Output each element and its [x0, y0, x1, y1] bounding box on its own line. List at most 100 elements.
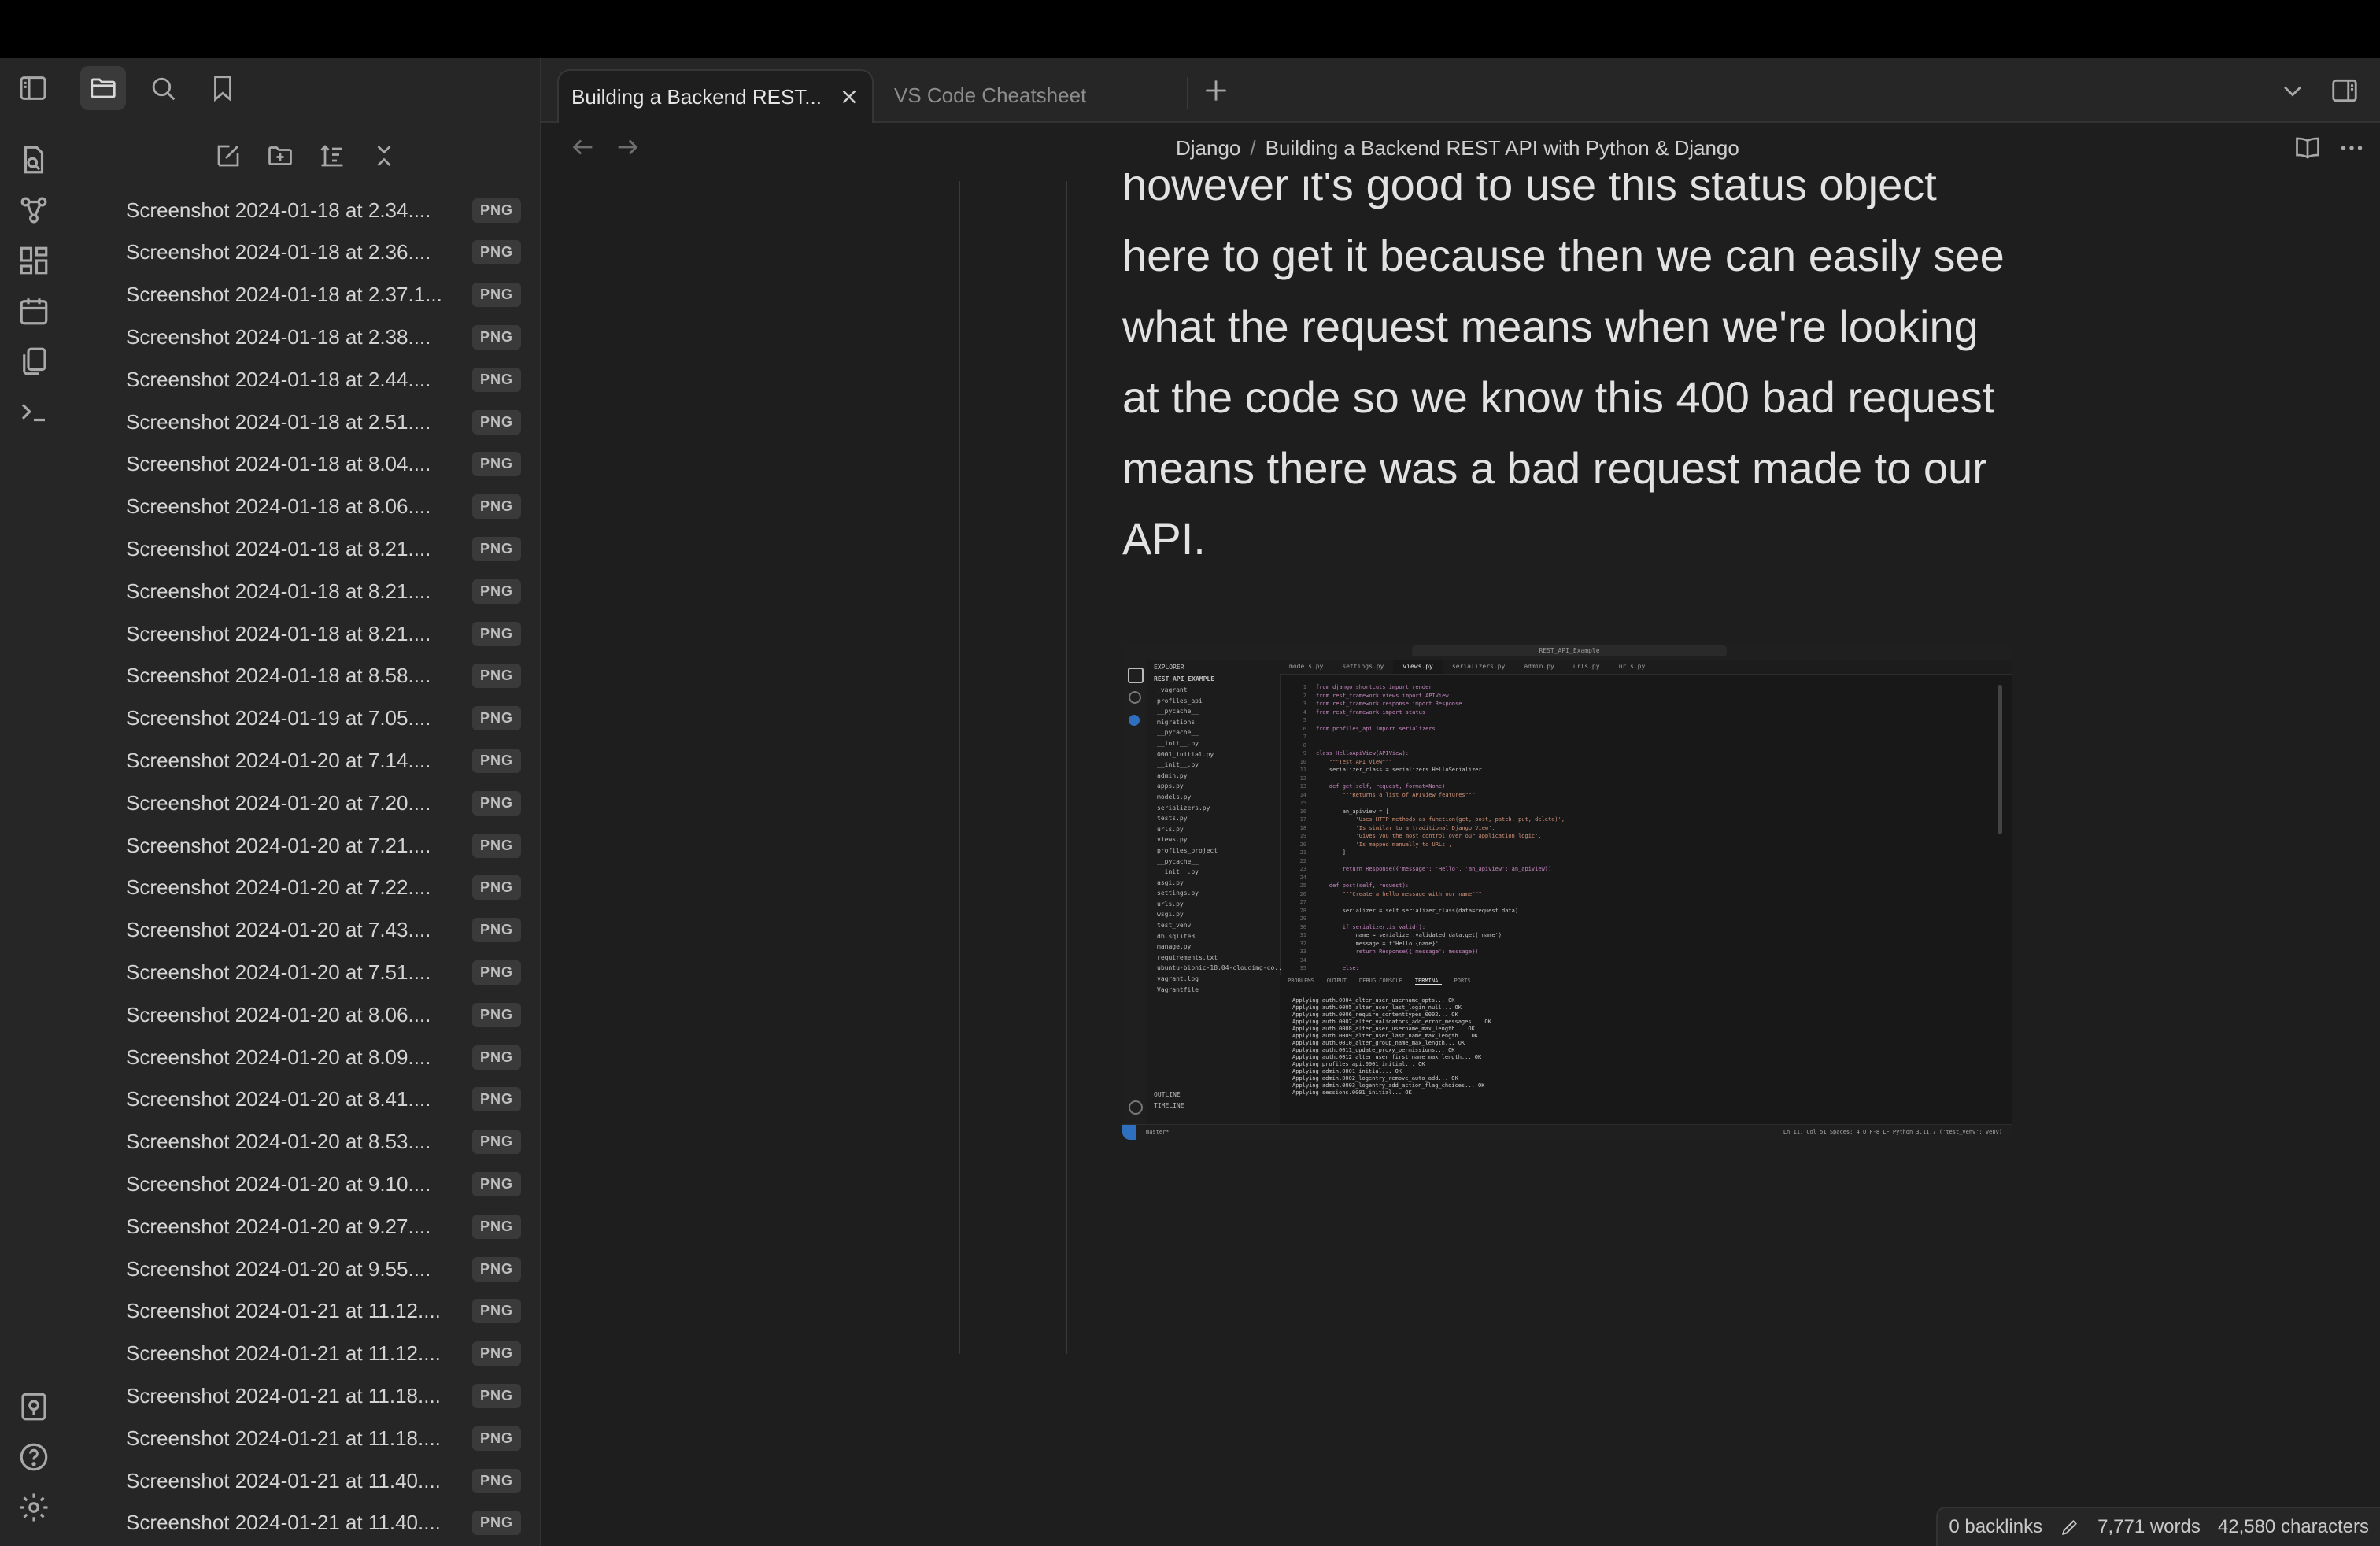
terminal-icon[interactable] [17, 395, 50, 428]
file-list-item[interactable]: Screenshot 2024-01-18 at 8.21.... PNG [126, 529, 522, 568]
vscode-code-text: 'Is mapped manually to URLs', [1316, 841, 1452, 848]
vscode-tree-item: requirements.txt [1157, 953, 1218, 961]
file-list-item[interactable]: Screenshot 2024-01-18 at 8.06.... PNG [126, 487, 522, 527]
files-icon[interactable] [88, 72, 118, 104]
file-extension-badge: PNG [472, 1002, 522, 1027]
new-note-icon[interactable] [214, 142, 242, 170]
vscode-line-number: 2 [1303, 692, 1306, 699]
vscode-tree-item: 0001_initial.py [1157, 750, 1214, 758]
help-icon[interactable] [17, 1441, 50, 1474]
sort-icon[interactable] [318, 142, 346, 170]
file-list-item[interactable]: Screenshot 2024-01-18 at 2.37.1... PNG [126, 276, 522, 315]
vscode-code-line: 11 serializer_class = serializers.HelloS… [1280, 766, 1972, 775]
note-paragraph[interactable]: however it's good to use this status obj… [1122, 173, 2020, 575]
daily-note-icon[interactable] [17, 294, 50, 327]
vscode-code-text: an_apiview = [ [1316, 808, 1389, 815]
new-tab-icon[interactable] [1201, 76, 1231, 105]
file-extension-badge: PNG [472, 324, 522, 350]
vscode-code-text: 'Uses HTTP methods as function(get, post… [1316, 816, 1565, 823]
tab-list-chevron-down-icon[interactable] [2279, 77, 2306, 104]
vscode-code-line: 26 """Create a hello message with our na… [1280, 890, 1972, 899]
vscode-line-number: 33 [1299, 949, 1306, 955]
file-list-item[interactable]: Screenshot 2024-01-18 at 2.34.... PNG [126, 190, 522, 230]
file-list-item[interactable]: Screenshot 2024-01-20 at 8.53.... PNG [126, 1123, 522, 1162]
file-extension-badge: PNG [472, 960, 522, 985]
file-name: Screenshot 2024-01-21 at 11.40.... [126, 1511, 441, 1535]
file-list-item[interactable]: Screenshot 2024-01-20 at 7.22.... PNG [126, 868, 522, 908]
vscode-line-number: 28 [1299, 907, 1306, 914]
bookmark-icon[interactable] [208, 72, 238, 104]
backlinks-count[interactable]: 0 backlinks [1949, 1516, 2042, 1538]
file-list-item[interactable]: Screenshot 2024-01-18 at 8.58.... PNG [126, 656, 522, 696]
file-list-item[interactable]: Screenshot 2024-01-20 at 9.55.... PNG [126, 1249, 522, 1289]
edit-pencil-icon[interactable] [2060, 1517, 2080, 1537]
tab-divider [1187, 77, 1188, 109]
file-list-item[interactable]: Screenshot 2024-01-21 at 11.12.... PNG [126, 1334, 522, 1374]
file-list-item[interactable]: Screenshot 2024-01-18 at 8.04.... PNG [126, 445, 522, 484]
file-extension-badge: PNG [472, 790, 522, 816]
more-options-icon[interactable] [2338, 134, 2366, 162]
vscode-panel-tab: OUTPUT [1326, 978, 1347, 984]
vscode-terminal-line: Applying profiles_api.0001_initial... OK [1292, 1061, 1425, 1067]
file-list-item[interactable]: Screenshot 2024-01-20 at 7.14.... PNG [126, 741, 522, 780]
forward-arrow-icon[interactable] [614, 134, 641, 161]
vscode-tree-item: models.py [1157, 793, 1192, 801]
file-name: Screenshot 2024-01-18 at 8.58.... [126, 664, 431, 688]
vault-switch-icon[interactable] [17, 1390, 50, 1423]
breadcrumb-note-title[interactable]: Building a Backend REST API with Python … [1266, 136, 1739, 161]
collapse-all-icon[interactable] [370, 142, 398, 170]
vscode-code-line: 34 [1280, 956, 1972, 965]
vscode-terminal-line: Applying admin.0002_logentry_remove_auto… [1292, 1075, 1458, 1082]
file-list-item[interactable]: Screenshot 2024-01-20 at 9.10.... PNG [126, 1164, 522, 1204]
vscode-code-text: from rest_framework.views import APIView [1316, 692, 1449, 699]
file-name: Screenshot 2024-01-18 at 2.34.... [126, 198, 431, 222]
file-list-item[interactable]: Screenshot 2024-01-21 at 11.12.... PNG [126, 1292, 522, 1331]
vscode-code-line: 2 from rest_framework.views import APIVie… [1280, 692, 1972, 701]
graph-view-icon[interactable] [17, 194, 50, 227]
file-list-item[interactable]: Screenshot 2024-01-21 at 11.18.... PNG [126, 1418, 522, 1458]
file-list-item[interactable]: Screenshot 2024-01-18 at 2.36.... PNG [126, 233, 522, 272]
file-list-item[interactable]: Screenshot 2024-01-18 at 2.44.... PNG [126, 360, 522, 399]
sidebar-toggle-icon[interactable] [17, 72, 49, 104]
reading-view-icon[interactable] [2293, 134, 2322, 162]
vscode-panel-tab: PROBLEMS [1288, 978, 1314, 984]
file-list-item[interactable]: Screenshot 2024-01-20 at 7.21.... PNG [126, 826, 522, 865]
close-tab-icon[interactable] [837, 85, 861, 109]
templates-icon[interactable] [17, 345, 50, 378]
file-list-item[interactable]: Screenshot 2024-01-20 at 8.41.... PNG [126, 1080, 522, 1119]
tab-building-backend[interactable]: Building a Backend REST... [557, 69, 874, 123]
file-list-item[interactable]: Screenshot 2024-01-20 at 9.27.... PNG [126, 1207, 522, 1246]
vscode-line-number: 5 [1303, 717, 1306, 723]
file-list-item[interactable]: Screenshot 2024-01-21 at 11.18.... PNG [126, 1376, 522, 1415]
file-list-item[interactable]: Screenshot 2024-01-20 at 7.20.... PNG [126, 783, 522, 823]
tab-vs-code-cheatsheet[interactable]: VS Code Cheatsheet [885, 69, 1192, 121]
breadcrumb-folder[interactable]: Django [1176, 136, 1240, 161]
vscode-line-number: 12 [1299, 775, 1306, 782]
file-extension-badge: PNG [472, 1087, 522, 1112]
file-list-item[interactable]: Screenshot 2024-01-18 at 8.21.... PNG [126, 571, 522, 611]
new-folder-icon[interactable] [266, 142, 294, 170]
file-list-item[interactable]: Screenshot 2024-01-19 at 7.05.... PNG [126, 699, 522, 738]
file-list-item[interactable]: Screenshot 2024-01-20 at 7.51.... PNG [126, 952, 522, 992]
back-arrow-icon[interactable] [570, 134, 597, 161]
file-list-item[interactable]: Screenshot 2024-01-20 at 8.09.... PNG [126, 1037, 522, 1077]
open-quick-switcher-icon[interactable] [17, 143, 50, 176]
vscode-code-line: 32 message = f'Hello {name}' [1280, 940, 1972, 949]
file-list-item[interactable]: Screenshot 2024-01-21 at 11.40.... PNG [126, 1461, 522, 1500]
vscode-code-text: if serializer.is_valid(): [1316, 923, 1426, 930]
vscode-line-number: 26 [1299, 890, 1306, 897]
file-list-item[interactable]: Screenshot 2024-01-18 at 2.38.... PNG [126, 317, 522, 357]
vscode-code-text: class HelloApiView(APIView): [1316, 750, 1410, 756]
vscode-line-number: 14 [1299, 791, 1306, 798]
vscode-code-text: return Response({'message': 'Hello', 'an… [1316, 866, 1552, 872]
canvas-icon[interactable] [17, 244, 50, 277]
search-icon[interactable] [148, 72, 178, 104]
file-list-item[interactable]: Screenshot 2024-01-18 at 8.21.... PNG [126, 614, 522, 653]
settings-icon[interactable] [17, 1491, 50, 1524]
embedded-screenshot[interactable]: REST_API_Example EXPLORER REST_API_EXAMP… [1122, 642, 2012, 1140]
file-list-item[interactable]: Screenshot 2024-01-21 at 11.40.... PNG [126, 1503, 522, 1543]
right-sidebar-toggle-icon[interactable] [2330, 76, 2360, 105]
file-list-item[interactable]: Screenshot 2024-01-18 at 2.51.... PNG [126, 402, 522, 442]
file-list-item[interactable]: Screenshot 2024-01-20 at 8.06.... PNG [126, 995, 522, 1034]
file-list-item[interactable]: Screenshot 2024-01-20 at 7.43.... PNG [126, 911, 522, 950]
